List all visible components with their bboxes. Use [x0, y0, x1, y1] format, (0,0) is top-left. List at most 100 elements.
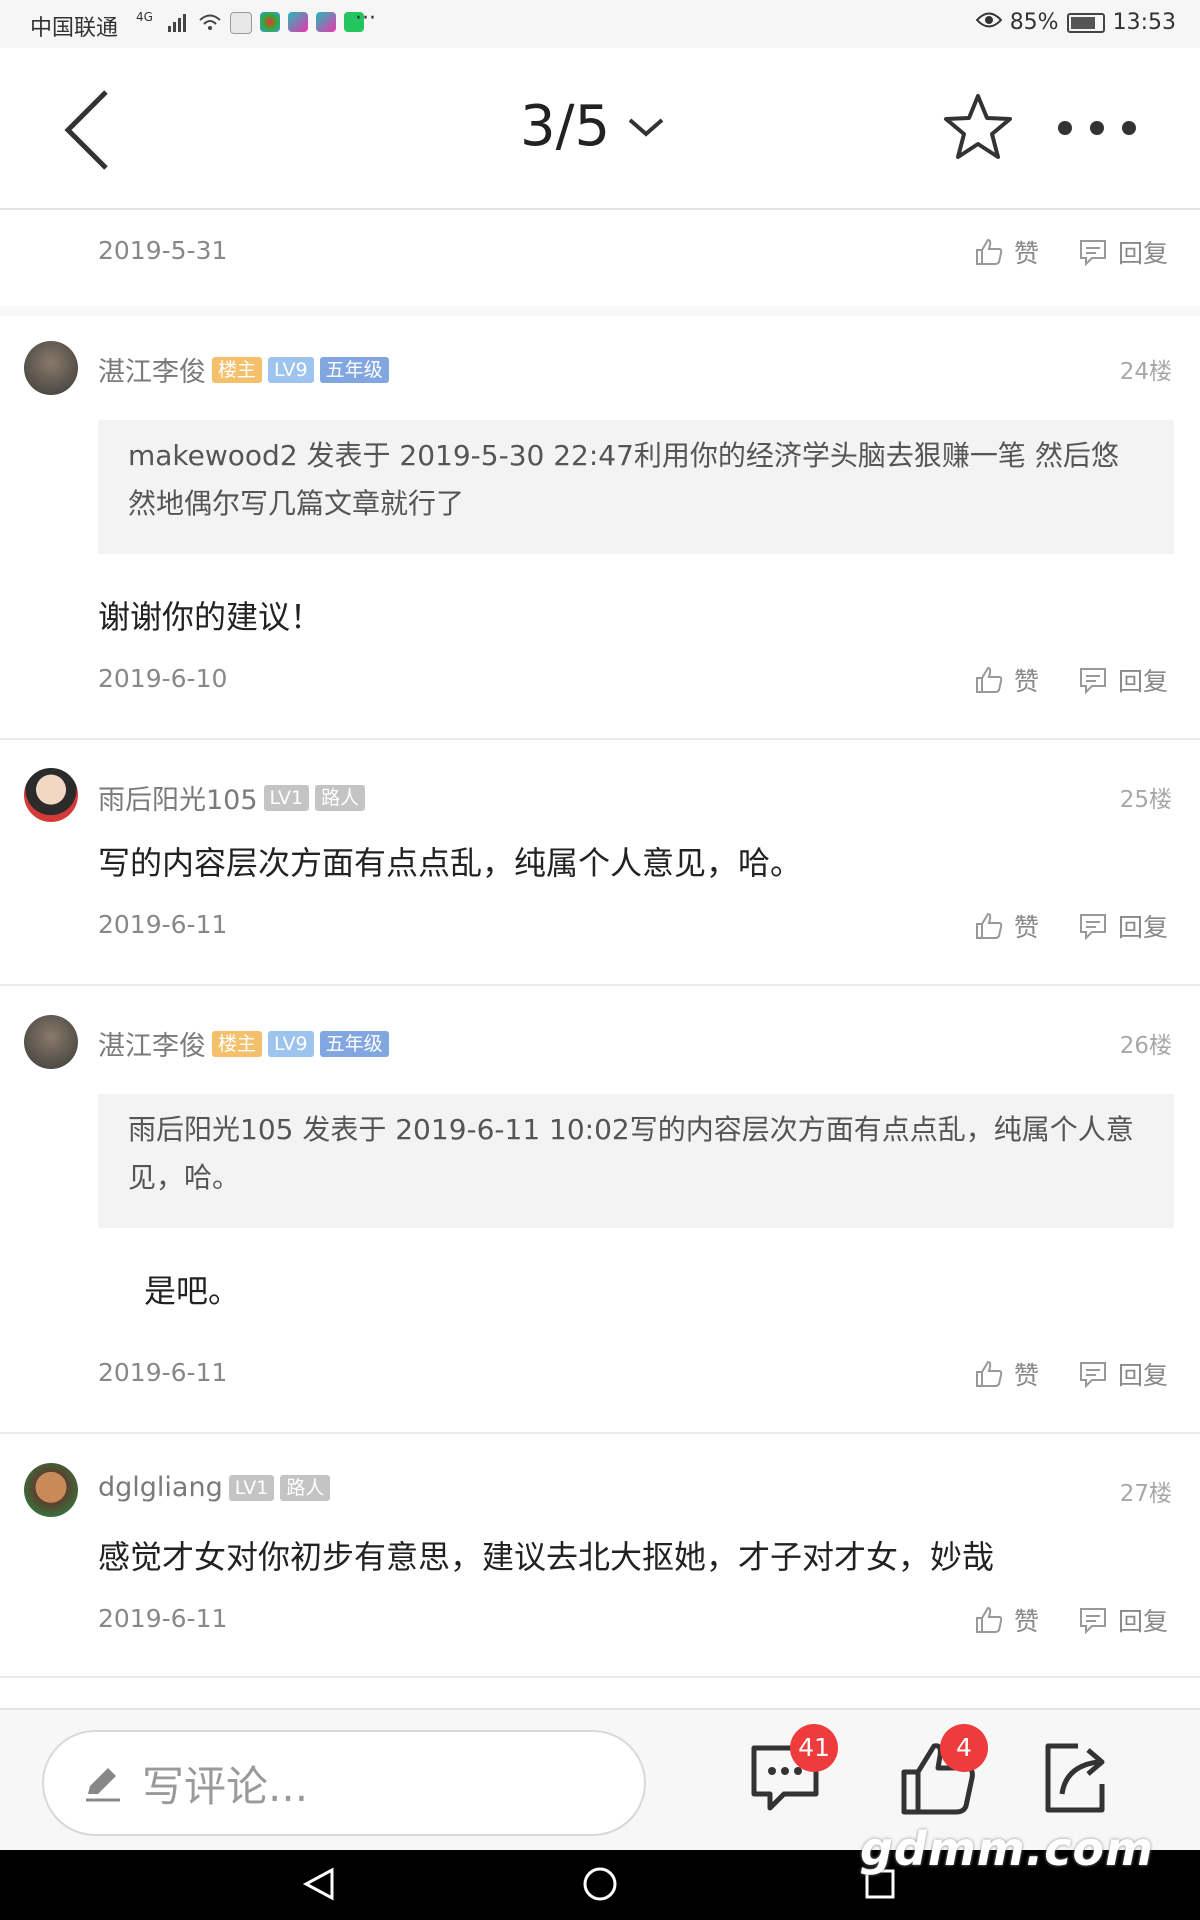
reply-label: 回复 — [1118, 913, 1169, 942]
username: 湛江李俊 — [98, 1031, 206, 1062]
role-badge: 路人 — [280, 1474, 331, 1501]
username: 雨后阳光105 — [98, 785, 258, 816]
more-notifications-icon: ··· — [355, 6, 376, 31]
share-icon — [1045, 1743, 1105, 1813]
post-text: 写的内容层次方面有点点乱，纯属个人意见，哈。 — [98, 844, 803, 882]
star-icon — [944, 94, 1012, 159]
battery-icon — [1066, 12, 1105, 33]
divider — [0, 738, 1200, 740]
post-date: 2019-6-11 — [98, 1604, 228, 1633]
comment-count-badge: 41 — [790, 1724, 838, 1772]
app-notification-icon — [260, 12, 280, 32]
like-button[interactable]: 赞 — [974, 1602, 1039, 1638]
floor-number: 24楼 — [1119, 359, 1172, 385]
like-button[interactable]: 赞 — [974, 662, 1039, 698]
post-author[interactable]: 雨后阳光105 LV1 路人 — [98, 778, 366, 817]
reply-label: 回复 — [1118, 1607, 1169, 1636]
post-text: 感觉才女对你初步有意思，建议去北大抠她，才子对才女，妙哉 — [98, 1538, 995, 1576]
like-label: 赞 — [1014, 667, 1040, 696]
comments-button[interactable]: 41 — [748, 1724, 838, 1828]
comment-icon — [1080, 914, 1106, 941]
reply-label: 回复 — [1118, 1361, 1169, 1390]
battery-percent: 85% — [1009, 10, 1059, 35]
reply-button[interactable]: 回复 — [1078, 662, 1168, 698]
app-notification-icon — [230, 12, 252, 34]
like-label: 赞 — [1014, 1361, 1040, 1390]
pencil-icon — [86, 1768, 120, 1802]
reply-button[interactable]: 回复 — [1078, 234, 1168, 270]
comment-icon — [1080, 1608, 1106, 1635]
back-button[interactable] — [50, 78, 130, 178]
post-date: 2019-5-31 — [98, 236, 228, 265]
circle-home-icon — [583, 1867, 617, 1901]
more-button[interactable] — [1055, 110, 1140, 146]
post-text: 是吧。 — [144, 1272, 241, 1310]
youku-icon — [316, 12, 336, 32]
floor-number: 25楼 — [1119, 787, 1172, 813]
avatar[interactable] — [24, 341, 78, 395]
share-button[interactable] — [1038, 1738, 1118, 1828]
floor-number: 27楼 — [1119, 1481, 1172, 1507]
chevron-down-icon — [628, 117, 664, 137]
like-label: 赞 — [1014, 1607, 1040, 1636]
reply-button[interactable]: 回复 — [1078, 1356, 1168, 1392]
status-bar: 中国联通 4G ··· 85% 13:53 — [0, 0, 1200, 48]
comment-icon — [1080, 240, 1106, 267]
grade-badge: 五年级 — [319, 1030, 389, 1057]
triangle-back-icon — [302, 1867, 334, 1901]
username: dglgliang — [98, 1472, 223, 1503]
thumbs-up-icon — [976, 1606, 1003, 1633]
username: 湛江李俊 — [98, 357, 206, 388]
like-button[interactable]: 赞 — [974, 908, 1039, 944]
post-date: 2019-6-11 — [98, 1358, 228, 1387]
avatar[interactable] — [24, 1463, 78, 1517]
nav-home-button[interactable] — [580, 1864, 620, 1908]
host-badge: 楼主 — [212, 1030, 263, 1057]
host-badge: 楼主 — [212, 356, 263, 383]
avatar[interactable] — [24, 768, 78, 822]
level-badge: LV9 — [268, 356, 314, 383]
reply-button[interactable]: 回复 — [1078, 1602, 1168, 1638]
quote-block: makewood2 发表于 2019-5-30 22:47利用你的经济学头脑去狠… — [98, 420, 1174, 554]
thumbs-up-icon — [976, 666, 1003, 693]
comment-icon — [1080, 668, 1106, 695]
divider — [0, 306, 1200, 316]
comment-input[interactable]: 写评论... — [42, 1730, 646, 1836]
like-count-badge: 4 — [940, 1724, 988, 1772]
favorite-button[interactable] — [940, 90, 1016, 166]
post-author[interactable]: dglgliang LV1 路人 — [98, 1472, 331, 1503]
divider — [0, 1432, 1200, 1434]
post-date: 2019-6-11 — [98, 910, 228, 939]
like-button[interactable]: 赞 — [974, 1356, 1039, 1392]
wifi-icon — [198, 12, 222, 38]
comment-placeholder: 写评论... — [142, 1761, 309, 1811]
floor-number: 26楼 — [1119, 1033, 1172, 1059]
carrier-label: 中国联通 — [30, 16, 119, 41]
page-selector[interactable]: 3/5 — [520, 94, 666, 159]
divider — [0, 984, 1200, 986]
like-button[interactable]: 赞 — [974, 234, 1039, 270]
comment-icon — [1080, 1362, 1106, 1389]
youku-icon — [288, 12, 308, 32]
back-arrow-icon — [64, 90, 108, 170]
reply-button[interactable]: 回复 — [1078, 908, 1168, 944]
post-author[interactable]: 湛江李俊 楼主 LV9 五年级 — [98, 1024, 389, 1063]
like-article-button[interactable]: 4 — [898, 1724, 988, 1828]
quote-block: 雨后阳光105 发表于 2019-6-11 10:02写的内容层次方面有点点乱，… — [98, 1094, 1174, 1228]
post-author[interactable]: 湛江李俊 楼主 LV9 五年级 — [98, 350, 389, 389]
signal-icon — [168, 12, 190, 38]
like-label: 赞 — [1014, 239, 1040, 268]
clock: 13:53 — [1112, 10, 1176, 35]
nav-back-button[interactable] — [300, 1864, 340, 1908]
level-badge: LV9 — [268, 1030, 314, 1057]
post-date: 2019-6-10 — [98, 664, 228, 693]
header: 3/5 — [0, 48, 1200, 210]
level-badge: LV1 — [263, 784, 310, 811]
role-badge: 路人 — [315, 784, 366, 811]
avatar[interactable] — [24, 1015, 78, 1069]
page-indicator-label: 3/5 — [520, 94, 611, 159]
divider — [0, 1676, 1200, 1678]
watermark: gdmm.com — [860, 1822, 1154, 1876]
like-label: 赞 — [1014, 913, 1040, 942]
reply-label: 回复 — [1118, 667, 1169, 696]
